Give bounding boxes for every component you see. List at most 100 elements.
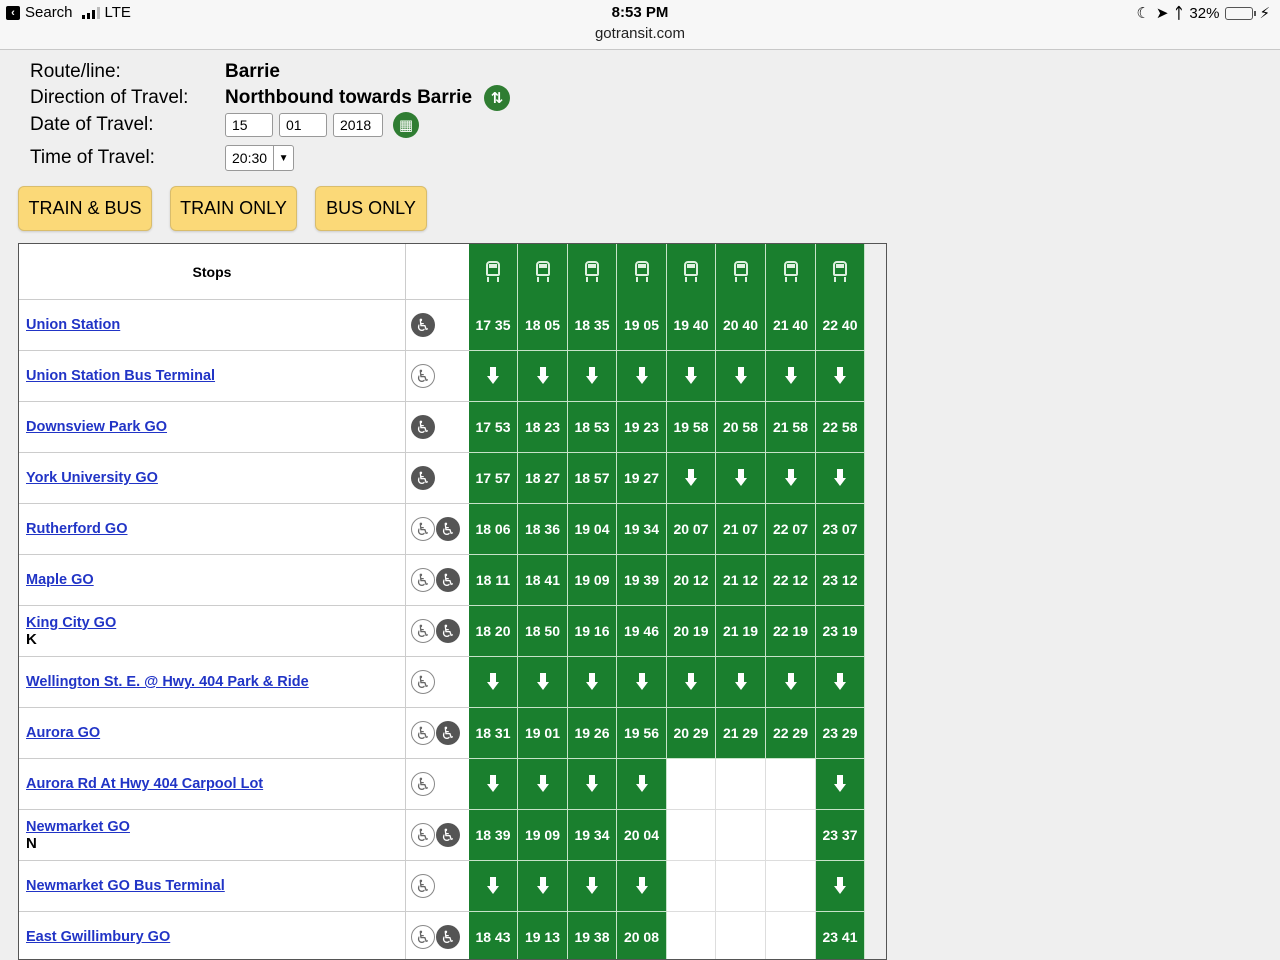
arrow-down-icon: [635, 367, 648, 385]
departure-time: 21 40: [766, 300, 816, 351]
bus-only-button[interactable]: BUS ONLY: [315, 186, 427, 231]
pass-through-cell: [469, 657, 518, 708]
train-trip-header[interactable]: [816, 244, 865, 300]
schedule-table: Stops Union Station ♿ 17 35 18 05 18 35 19 05…: [18, 243, 887, 960]
arrow-down-icon: [536, 673, 549, 691]
time-select[interactable]: 20:30 ▼: [225, 145, 295, 171]
departure-time: 22 12: [766, 555, 816, 606]
arrow-down-icon: [586, 673, 598, 691]
pass-through-cell: [667, 453, 716, 504]
stop-link[interactable]: Rutherford GO: [26, 521, 405, 537]
direction-value: Northbound towards Barrie: [225, 87, 473, 108]
stop-link[interactable]: Maple GO: [26, 572, 405, 588]
stop-link[interactable]: Aurora Rd At Hwy 404 Carpool Lot: [26, 776, 405, 792]
train-trip-header[interactable]: [716, 244, 766, 300]
train-trip-header[interactable]: [667, 244, 716, 300]
departure-time: 19 04: [568, 504, 617, 555]
departure-time: 17 35: [469, 300, 518, 351]
accessibility-cell: ♿ ♿: [406, 555, 469, 606]
url-bar[interactable]: gotransit.com: [0, 25, 1280, 42]
train-trip-header[interactable]: [518, 244, 568, 300]
departure-time: 20 40: [716, 300, 766, 351]
status-bar: ‹ Search LTE 8:53 PM gotransit.com ☾ ➤ ᛏ…: [0, 0, 1280, 50]
train-bus-button[interactable]: TRAIN & BUS: [18, 186, 152, 231]
train-icon: [634, 261, 650, 283]
date-label: Date of Travel:: [30, 114, 154, 135]
departure-time: 19 09: [568, 555, 617, 606]
stop-code: K: [26, 630, 37, 648]
wheelchair-icon: ♿: [436, 517, 460, 541]
pass-through-cell: [816, 453, 865, 504]
stop-link[interactable]: Downsview Park GO: [26, 419, 405, 435]
arrow-down-icon: [734, 367, 747, 385]
accessibility-cell: ♿: [406, 759, 469, 810]
train-trip-header[interactable]: [568, 244, 617, 300]
chevron-down-icon[interactable]: ▼: [273, 146, 293, 170]
accessibility-cell: ♿: [406, 861, 469, 912]
departure-time: 18 23: [518, 402, 568, 453]
arrow-down-icon: [685, 367, 697, 385]
departure-time: 23 37: [816, 810, 865, 861]
scroll-gutter: [865, 555, 886, 606]
pass-through-cell: [716, 351, 766, 402]
date-year-input[interactable]: [333, 113, 383, 137]
wheelchair-icon: ♿: [411, 415, 435, 439]
train-trip-header[interactable]: [469, 244, 518, 300]
arrow-down-icon: [685, 673, 697, 691]
train-only-button[interactable]: TRAIN ONLY: [170, 186, 297, 231]
empty-cell: [766, 912, 816, 959]
departure-time: 18 06: [469, 504, 518, 555]
train-trip-header[interactable]: [766, 244, 816, 300]
date-day-input[interactable]: [225, 113, 273, 137]
scroll-gutter: [865, 402, 886, 453]
moon-icon: ☾: [1136, 5, 1150, 22]
pass-through-cell: [816, 759, 865, 810]
stop-link[interactable]: Aurora GO: [26, 725, 405, 741]
pass-through-cell: [667, 657, 716, 708]
swap-direction-icon[interactable]: ⇅: [484, 85, 511, 111]
departure-time: 19 39: [617, 555, 667, 606]
table-row: Rutherford GO ♿ ♿ 18 06 18 36 19 04 19 34 20 07…: [19, 504, 886, 555]
stop-link[interactable]: Union Station: [26, 317, 405, 333]
pass-through-cell: [518, 759, 568, 810]
calendar-icon[interactable]: ▦: [393, 112, 419, 138]
scroll-gutter: [865, 810, 886, 861]
stop-link[interactable]: King City GO: [26, 615, 405, 631]
scroll-gutter: [865, 351, 886, 402]
stop-link[interactable]: East Gwillimbury GO: [26, 929, 405, 945]
accessibility-cell: ♿: [406, 657, 469, 708]
pass-through-cell: [617, 657, 667, 708]
departure-time: 22 07: [766, 504, 816, 555]
pass-through-cell: [766, 351, 816, 402]
direction-row: Direction of Travel: Northbound towards …: [30, 84, 730, 112]
stop-link[interactable]: Newmarket GO: [26, 819, 405, 835]
table-row: York University GO ♿ 17 57 18 27 18 57 19 27: [19, 453, 886, 504]
arrow-down-icon: [635, 877, 648, 895]
stop-link[interactable]: Union Station Bus Terminal: [26, 368, 405, 384]
arrow-down-icon: [536, 775, 549, 793]
table-row: Aurora Rd At Hwy 404 Carpool Lot ♿: [19, 759, 886, 810]
wheelchair-icon: ♿: [436, 721, 460, 745]
table-row: Newmarket GO Bus Terminal ♿: [19, 861, 886, 912]
stop-cell: Wellington St. E. @ Hwy. 404 Park & Ride: [19, 657, 406, 708]
train-icon: [584, 261, 600, 283]
pass-through-cell: [816, 657, 865, 708]
departure-time: 18 31: [469, 708, 518, 759]
table-row: Newmarket GO N ♿ ♿ 18 39 19 09 19 34 20 04 23 37: [19, 810, 886, 861]
date-month-input[interactable]: [279, 113, 327, 137]
wheelchair-icon: ♿: [411, 874, 435, 898]
arrow-down-icon: [536, 367, 549, 385]
train-icon: [832, 261, 848, 283]
accessibility-cell: ♿ ♿: [406, 606, 469, 657]
train-trip-header[interactable]: [617, 244, 667, 300]
stop-link[interactable]: York University GO: [26, 470, 405, 486]
stop-link[interactable]: Wellington St. E. @ Hwy. 404 Park & Ride: [26, 674, 405, 690]
scroll-gutter: [865, 759, 886, 810]
stop-link[interactable]: Newmarket GO Bus Terminal: [26, 878, 405, 894]
clock: 8:53 PM: [611, 4, 669, 21]
departure-time: 22 58: [816, 402, 865, 453]
departure-time: 17 57: [469, 453, 518, 504]
departure-time: 18 27: [518, 453, 568, 504]
departure-time: 19 40: [667, 300, 716, 351]
pass-through-cell: [469, 861, 518, 912]
